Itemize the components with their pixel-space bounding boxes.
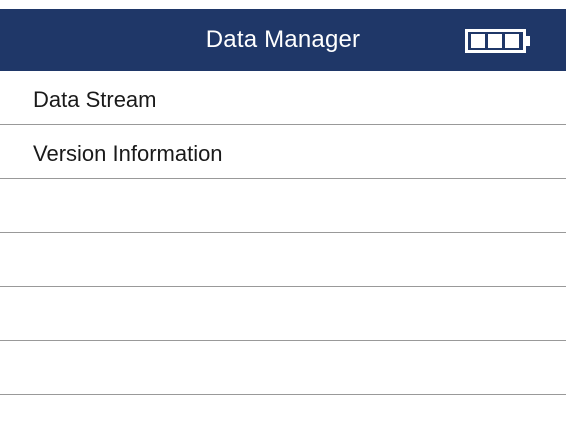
menu-item-label: Data Stream (33, 87, 157, 112)
battery-full-icon (465, 29, 530, 53)
screen: Data Manager Data Stream Version Informa… (0, 0, 566, 444)
menu-item-empty (0, 395, 566, 444)
battery-cell (471, 34, 485, 48)
menu-list: Data Stream Version Information (0, 71, 566, 444)
menu-item-empty (0, 179, 566, 233)
menu-item-empty (0, 233, 566, 287)
battery-cell (505, 34, 519, 48)
title-bar: Data Manager (0, 9, 566, 71)
menu-item-empty (0, 287, 566, 341)
menu-item-data-stream[interactable]: Data Stream (0, 71, 566, 125)
menu-item-label: Version Information (33, 141, 223, 166)
battery-cell (488, 34, 502, 48)
menu-item-empty (0, 341, 566, 395)
menu-item-version-information[interactable]: Version Information (0, 125, 566, 179)
